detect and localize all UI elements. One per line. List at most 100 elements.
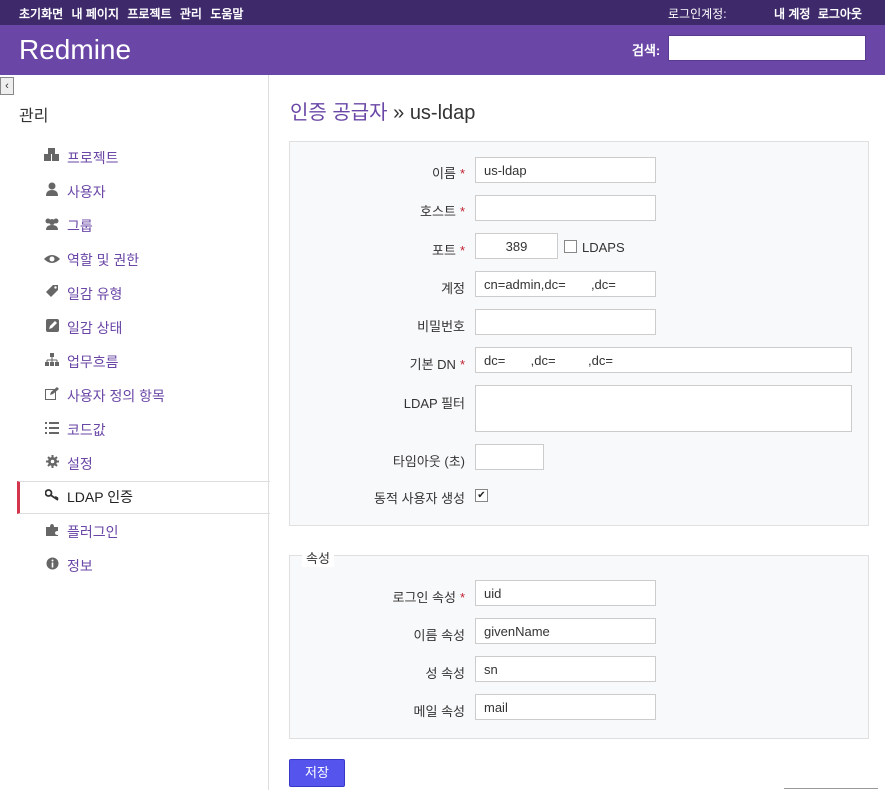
sidebar-item-label: 정보 <box>67 558 93 574</box>
name-input[interactable]: us-ldap <box>475 157 656 183</box>
top-menu-admin[interactable]: 관리 <box>180 7 202 21</box>
sidebar-toggle-button[interactable]: ‹ <box>0 77 14 95</box>
sidebar-item-issue-statuses[interactable]: 일감 상태 <box>19 312 269 345</box>
sidebar-item-label: 역할 및 권한 <box>67 252 140 268</box>
app-title[interactable]: Redmine <box>19 34 131 66</box>
top-menu-nav: 초기화면 내 페이지 프로젝트 관리 도움말 <box>19 5 248 22</box>
save-button[interactable]: 저장 <box>289 759 345 787</box>
sidebar-item-workflows[interactable]: 업무흐름 <box>19 346 269 379</box>
puzzle-icon <box>43 516 61 549</box>
ldap-filter-textarea[interactable] <box>475 385 852 432</box>
sidebar-item-projects[interactable]: 프로젝트 <box>19 142 269 175</box>
sidebar-item-users[interactable]: 사용자 <box>19 176 269 209</box>
top-menu-my-page[interactable]: 내 페이지 <box>72 7 120 21</box>
account-menu: 내 계정 로그아웃 <box>774 5 866 22</box>
sidebar-item-label: 프로젝트 <box>67 150 119 166</box>
required-marker: * <box>459 243 465 258</box>
mail-attr-label: 메일 속성 <box>413 704 465 719</box>
sidebar-item-settings[interactable]: 설정 <box>19 448 269 481</box>
search-label: 검색: <box>632 43 661 58</box>
sidebar-item-trackers[interactable]: 일감 유형 <box>19 278 269 311</box>
lastname-attr-label: 성 속성 <box>425 666 466 681</box>
base-dn-label: 기본 DN * <box>409 357 465 372</box>
ldaps-checkbox[interactable] <box>564 240 577 253</box>
sidebar-heading: 관리 <box>19 108 49 125</box>
key-icon <box>43 482 61 513</box>
top-menu-projects[interactable]: 프로젝트 <box>127 7 171 21</box>
sidebar-item-label: 그룹 <box>67 218 93 234</box>
my-account-link[interactable]: 내 계정 <box>774 7 810 21</box>
sidebar-item-groups[interactable]: 그룹 <box>19 210 269 243</box>
top-menu-home[interactable]: 초기화면 <box>19 7 63 21</box>
lastname-attr-input[interactable]: sn <box>475 656 656 682</box>
logout-link[interactable]: 로그아웃 <box>818 7 862 21</box>
port-label: 포트 * <box>432 243 465 258</box>
workflow-icon <box>43 346 61 379</box>
firstname-attr-input[interactable]: givenName <box>475 618 656 644</box>
sidebar-item-label: 업무흐름 <box>67 354 119 370</box>
attributes-legend: 속성 <box>302 548 334 567</box>
host-input[interactable] <box>475 195 656 221</box>
breadcrumb-separator: » <box>387 102 410 124</box>
list-icon <box>43 414 61 447</box>
port-input[interactable]: 389 <box>475 233 558 259</box>
sidebar-item-label: 코드값 <box>67 422 106 438</box>
breadcrumb-link[interactable]: 인증 공급자 <box>290 102 388 124</box>
password-input[interactable] <box>475 309 656 335</box>
sidebar-item-label: 일감 유형 <box>67 286 123 302</box>
page-title: 인증 공급자 » us-ldap <box>290 96 475 125</box>
required-marker: * <box>459 204 465 219</box>
sidebar-item-label: 일감 상태 <box>67 320 123 336</box>
host-label: 호스트 * <box>420 204 465 219</box>
password-label: 비밀번호 <box>417 319 465 334</box>
ldaps-label: LDAPS <box>582 240 625 255</box>
account-input[interactable]: cn=admin,dc= ,dc= <box>475 271 656 297</box>
checkmark-icon: ✔ <box>477 490 486 501</box>
divider <box>784 788 878 789</box>
pencil-square-icon <box>43 380 61 413</box>
info-icon <box>43 550 61 583</box>
edit-icon <box>43 312 61 345</box>
attributes-fieldset: 로그인 속성 * uid 이름 속성 givenName 성 속성 sn 메일 속… <box>289 555 869 739</box>
sidebar-item-label: 설정 <box>67 456 93 472</box>
account-label: 계정 <box>441 281 465 296</box>
sidebar-item-enumerations[interactable]: 코드값 <box>19 414 269 447</box>
top-menu: 초기화면 내 페이지 프로젝트 관리 도움말 로그인계정: 내 계정 로그아웃 <box>0 0 885 25</box>
required-marker: * <box>459 357 465 372</box>
search-input[interactable] <box>668 35 866 61</box>
ldap-filter-label: LDAP 필터 <box>403 396 465 411</box>
projects-icon <box>43 142 61 175</box>
firstname-attr-label: 이름 속성 <box>413 628 465 643</box>
sidebar-item-label: 사용자 정의 항목 <box>67 388 165 404</box>
sidebar-item-roles[interactable]: 역할 및 권한 <box>19 244 269 277</box>
page-title-current: us-ldap <box>409 102 476 124</box>
top-menu-help[interactable]: 도움말 <box>210 7 243 21</box>
tag-icon <box>43 278 61 311</box>
base-dn-input[interactable]: dc= ,dc= ,dc= <box>475 347 852 373</box>
login-attr-input[interactable]: uid <box>475 580 656 606</box>
mail-attr-input[interactable]: mail <box>475 694 656 720</box>
name-label: 이름 * <box>432 166 465 181</box>
sidebar-item-info[interactable]: 정보 <box>19 550 269 583</box>
onthefly-checkbox[interactable]: ✔ <box>475 489 488 502</box>
required-marker: * <box>459 590 465 605</box>
timeout-label: 타임아웃 (초) <box>392 454 465 469</box>
sidebar-item-plugins[interactable]: 플러그인 <box>19 516 269 549</box>
required-marker: * <box>459 166 465 181</box>
user-icon <box>43 176 61 209</box>
auth-source-form-box: 이름 * us-ldap 호스트 * 포트 * 389 LDAPS 계정 cn=adm… <box>289 141 869 526</box>
group-icon <box>43 210 61 243</box>
sidebar-item-label: 플러그인 <box>67 524 119 540</box>
sidebar-item-ldap[interactable]: LDAP 인증 <box>17 481 270 514</box>
sidebar: ‹ 관리 프로젝트 사용자 그룹 역할 및 권한 일감 유형 일감 상태 업무흐… <box>0 75 270 790</box>
header: Redmine 검색: <box>0 25 885 75</box>
sidebar-item-label: 사용자 <box>67 184 106 200</box>
timeout-input[interactable] <box>475 444 544 470</box>
eye-icon <box>43 244 61 277</box>
onthefly-label: 동적 사용자 생성 <box>374 491 465 506</box>
logged-in-label: 로그인계정: <box>668 7 727 21</box>
sidebar-item-custom-fields[interactable]: 사용자 정의 항목 <box>19 380 269 413</box>
login-attr-label: 로그인 속성 * <box>392 590 465 605</box>
sidebar-item-label: LDAP 인증 <box>67 489 133 505</box>
gear-icon <box>43 448 61 481</box>
